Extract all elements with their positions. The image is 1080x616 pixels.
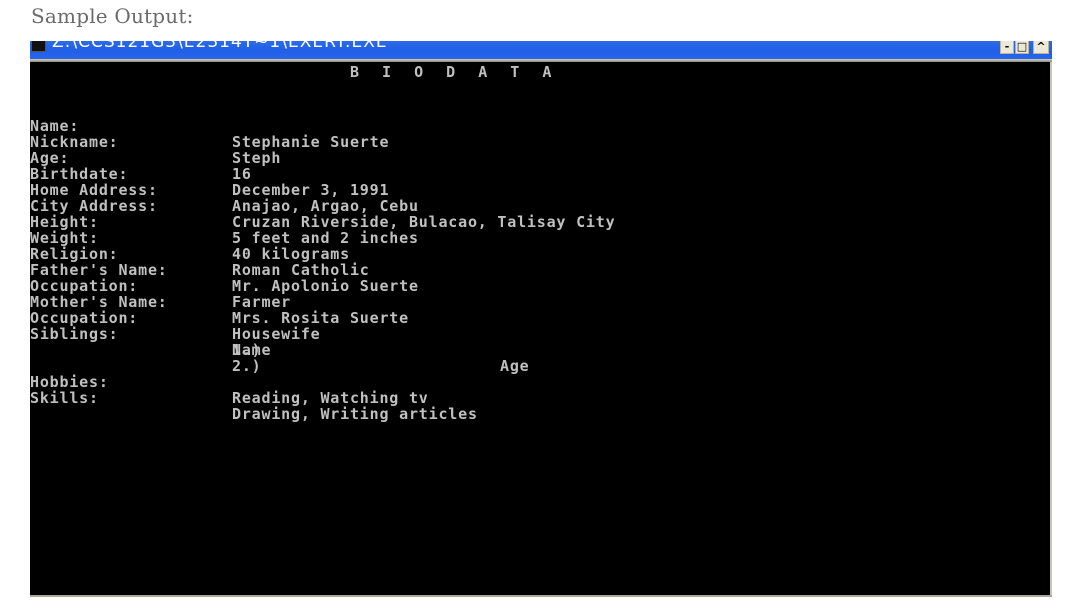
hobbies-value: Reading, Watching tv xyxy=(232,389,429,407)
field-row: Age: 16 xyxy=(30,134,251,182)
field-row: Occupation: Farmer xyxy=(30,262,290,310)
hobbies-row: Hobbies: Reading, Watching tv xyxy=(30,358,428,406)
field-value: 5 feet and 2 inches xyxy=(232,229,419,247)
field-row: Nickname: Steph xyxy=(30,118,280,166)
field-row: Birthdate: December 3, 1991 xyxy=(30,150,388,198)
maximize-button[interactable]: □ xyxy=(1015,41,1029,54)
skills-row: Skills: Drawing, Writing articles xyxy=(30,374,477,422)
console-window: Z:\CCS121G3\E2314T~1\EXERT.EXE - □ ^ B I… xyxy=(30,41,1052,597)
minimize-button[interactable]: - xyxy=(1000,41,1014,54)
field-row: Home Address: Anajao, Argao, Cebu xyxy=(30,166,418,214)
field-value: 40 kilograms xyxy=(232,245,350,263)
window-title: Z:\CCS121G3\E2314T~1\EXERT.EXE xyxy=(52,41,388,52)
field-row: Occupation: Housewife xyxy=(30,294,320,342)
field-row: Height: 5 feet and 2 inches xyxy=(30,198,418,246)
sample-output-caption: Sample Output: xyxy=(31,4,194,28)
field-value: Cruzan Riverside, Bulacao, Talisay City xyxy=(232,213,616,231)
field-row: Father's Name: Mr. Apolonio Suerte xyxy=(30,246,418,294)
siblings-row: Siblings: Name Age xyxy=(30,310,529,374)
field-value: December 3, 1991 xyxy=(232,181,390,199)
title-bar[interactable]: Z:\CCS121G3\E2314T~1\EXERT.EXE - □ ^ xyxy=(30,41,1052,59)
field-value: Farmer xyxy=(232,293,291,311)
sibling-number: 1.) xyxy=(232,341,262,359)
console-output[interactable]: B I O D A T A Name: Stephanie Suerte Nic… xyxy=(30,62,1052,595)
field-row: Weight: 40 kilograms xyxy=(30,214,349,262)
field-row: Name: Stephanie Suerte xyxy=(30,102,388,150)
siblings-age-header: Age xyxy=(500,357,530,375)
field-row: Mother's Name: Mrs. Rosita Suerte xyxy=(30,278,408,326)
sibling-number: 2.) xyxy=(232,357,262,375)
field-value: Mrs. Rosita Suerte xyxy=(232,309,409,327)
field-value: Steph xyxy=(232,149,282,167)
skills-label: Skills: xyxy=(30,389,99,407)
field-row: City Address: Cruzan Riverside, Bulacao,… xyxy=(30,182,615,230)
field-value: Mr. Apolonio Suerte xyxy=(232,277,419,295)
biodata-heading: B I O D A T A xyxy=(350,63,552,81)
sibling-entry: 1.) xyxy=(30,326,261,358)
console-app-icon[interactable] xyxy=(31,41,46,52)
close-button[interactable]: ^ xyxy=(1033,41,1049,54)
skills-value: Drawing, Writing articles xyxy=(232,405,478,423)
sibling-entry: 2.) xyxy=(30,342,261,374)
field-value: Anajao, Argao, Cebu xyxy=(232,197,419,215)
window-bottom-edge xyxy=(30,595,1052,597)
field-value: 16 xyxy=(232,165,252,183)
field-value: Housewife xyxy=(232,325,321,343)
field-value: Roman Catholic xyxy=(232,261,370,279)
field-row: Religion: Roman Catholic xyxy=(30,230,369,278)
field-value: Stephanie Suerte xyxy=(232,133,390,151)
